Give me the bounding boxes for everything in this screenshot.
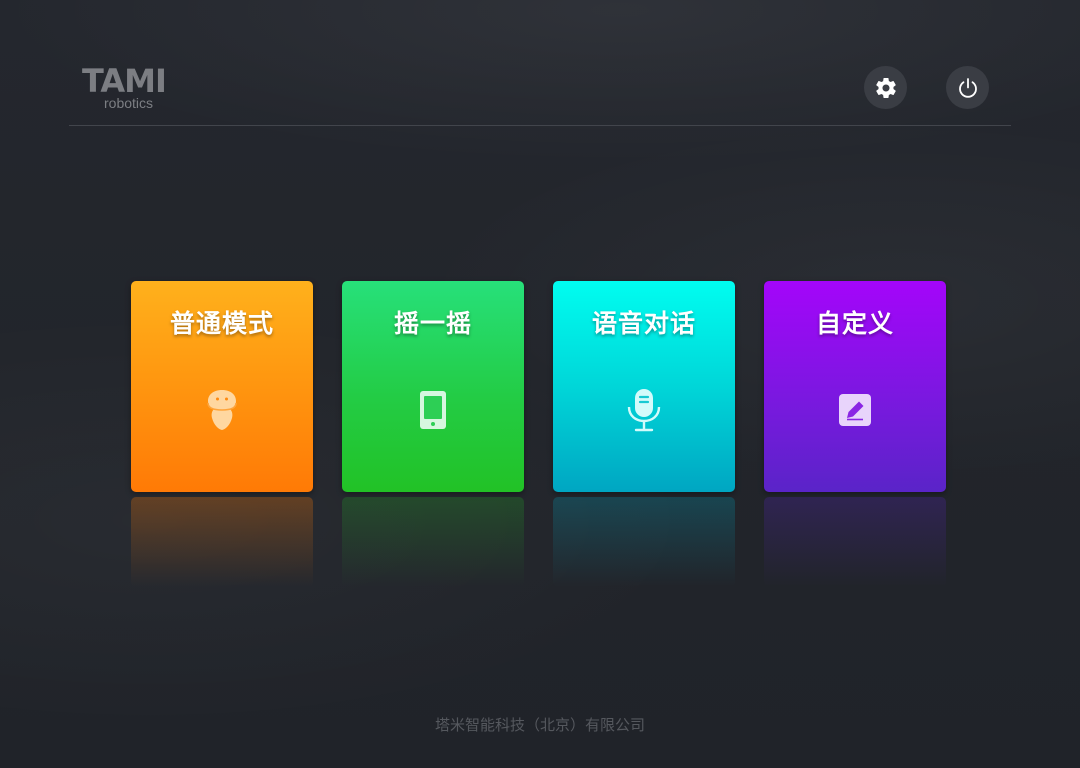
edit-icon <box>835 387 875 433</box>
card-reflection <box>553 497 735 587</box>
power-icon <box>958 77 977 98</box>
logo: TAMI robotics <box>82 62 182 112</box>
logo-subtitle: robotics <box>104 95 154 111</box>
header-divider <box>69 125 1011 126</box>
mode-card-title: 普通模式 <box>169 309 274 338</box>
settings-button[interactable] <box>864 66 907 109</box>
mode-card-normal[interactable]: 普通模式 <box>131 281 313 492</box>
mode-card-title: 摇一摇 <box>393 309 472 338</box>
card-reflection <box>131 497 313 587</box>
card-reflection <box>342 497 524 587</box>
mode-card-title: 语音对话 <box>591 309 696 338</box>
phone-icon <box>413 387 453 433</box>
gear-icon <box>875 77 896 98</box>
microphone-icon <box>624 387 664 433</box>
mode-card-voice[interactable]: 语音对话 <box>553 281 735 492</box>
card-reflection <box>764 497 946 587</box>
mode-card-custom[interactable]: 自定义 <box>764 281 946 492</box>
power-button[interactable] <box>946 66 989 109</box>
mode-card-shake[interactable]: 摇一摇 <box>342 281 524 492</box>
robot-icon <box>202 387 242 433</box>
mode-card-title: 自定义 <box>815 309 894 338</box>
company-footer: 塔米智能科技（北京）有限公司 <box>434 716 645 734</box>
